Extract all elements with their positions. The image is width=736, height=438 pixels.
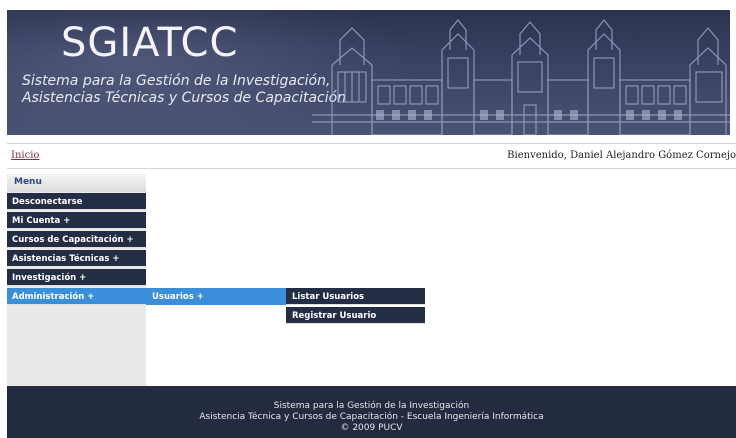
submenu-item-register-user[interactable]: Registrar Usuario xyxy=(286,307,425,324)
app-subtitle-line2: Asistencias Técnicas y Cursos de Capacit… xyxy=(22,90,347,106)
menu-item-technical-assistance[interactable]: Asistencias Técnicas + xyxy=(7,250,146,267)
building-illustration xyxy=(312,19,730,135)
menu-item-training-courses[interactable]: Cursos de Capacitación + xyxy=(7,231,146,248)
footer-line2: Asistencia Técnica y Cursos de Capacitac… xyxy=(199,412,544,422)
menu-header: Menu xyxy=(7,174,146,192)
submenu-item-users[interactable]: Usuarios + xyxy=(146,288,286,305)
app-logo-title: SGIATCC xyxy=(61,20,239,66)
sidebar-menu: Menu Desconectarse Mi Cuenta + Cursos de… xyxy=(7,174,146,386)
footer-line1: Sistema para la Gestión de la Investigac… xyxy=(273,401,470,411)
menu-item-research[interactable]: Investigación + xyxy=(7,269,146,286)
menu-item-administration[interactable]: Administración + xyxy=(7,288,146,305)
welcome-text: Bienvenido, Daniel Alejandro Gómez Corne… xyxy=(507,150,736,161)
home-link[interactable]: Inicio xyxy=(11,150,39,161)
menu-title: Menu xyxy=(14,177,42,187)
footer-copyright: © 2009 PUCV xyxy=(340,423,403,433)
top-nav-bar: Inicio Bienvenido, Daniel Alejandro Góme… xyxy=(7,143,736,169)
app-subtitle-line1: Sistema para la Gestión de la Investigac… xyxy=(22,73,331,89)
menu-item-my-account[interactable]: Mi Cuenta + xyxy=(7,212,146,229)
footer-spacer xyxy=(7,386,736,401)
submenu-item-list-users[interactable]: Listar Usuarios xyxy=(286,288,425,305)
footer: Sistema para la Gestión de la Investigac… xyxy=(7,386,736,438)
header-banner: SGIATCC Sistema para la Gestión de la In… xyxy=(7,10,730,135)
menu-item-logout[interactable]: Desconectarse xyxy=(7,193,146,210)
